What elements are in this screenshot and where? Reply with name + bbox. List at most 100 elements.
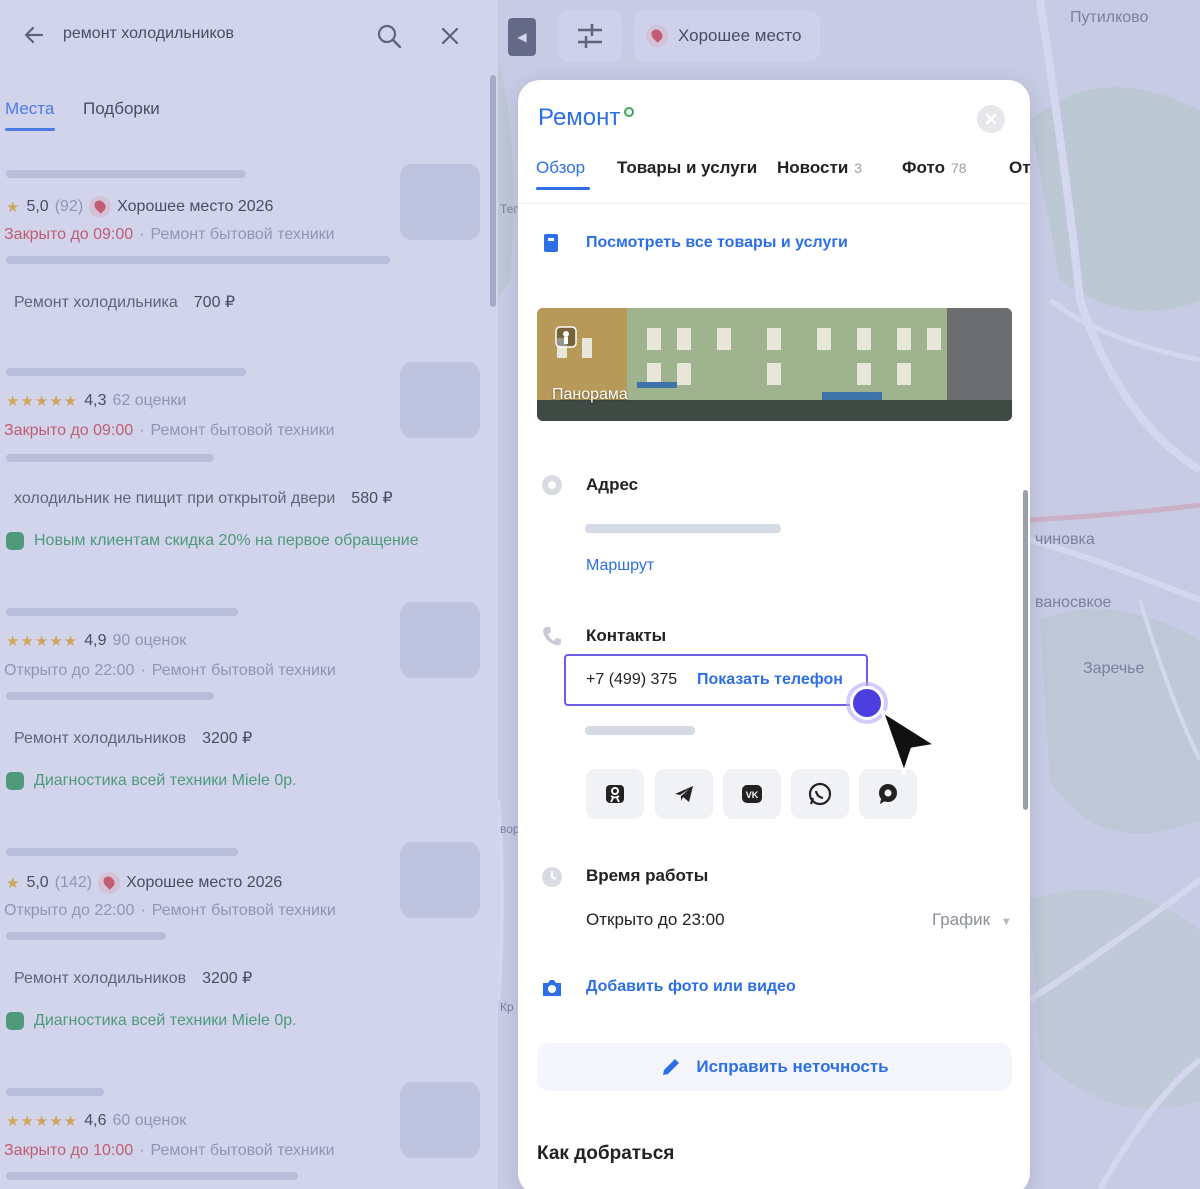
category-text: Ремонт бытовой техники [151,902,336,919]
odnoklassniki-button[interactable] [586,769,644,819]
map-label-zarechye: Заречье [1083,660,1145,677]
subtitle-placeholder [6,932,166,940]
result-thumbnail [400,842,480,918]
tab-overview[interactable]: Обзор [536,158,585,178]
service-row: холодильник не пищит при открытой двери 5… [14,488,393,508]
close-icon [985,113,997,125]
search-tabs: Места Подборки [0,95,480,135]
close-card-button[interactable] [977,105,1005,133]
promo-text: Новым клиентам скидка 20% на первое обра… [34,532,419,549]
map-label-vanosvkoe: ваносвкое [1035,594,1112,611]
search-query-text[interactable]: ремонт холодильников [63,25,234,43]
report-inaccuracy-button[interactable]: Исправить неточность [537,1043,1012,1091]
promo-icon [6,772,24,790]
news-count: 3 [854,160,863,176]
status-text: Открыто до 22:00 [4,662,135,679]
result-status-row: Закрыто до 09:00 · Ремонт бытовой техник… [4,226,335,243]
telegram-button[interactable] [655,769,713,819]
star-icon: ★ [6,199,21,216]
rating-value: 4,9 [84,632,107,649]
phone-field[interactable]: +7 (499) 375 Показать телефон [564,654,868,706]
organization-card: Ремонт Обзор Товары и услуги Новости 3 Фо… [518,80,1030,1189]
goods-book-icon [544,234,558,252]
rating-value: 4,3 [84,392,107,409]
tab-reviews[interactable]: От [1009,158,1030,178]
show-phone-button[interactable]: Показать телефон [697,671,843,689]
collapse-panel-button[interactable]: ◀ [508,18,536,56]
map-label-chinovka: чиновка [1035,531,1095,548]
subtitle-placeholder [6,454,214,462]
location-pin-icon [542,475,562,495]
good-place-badge-icon [98,872,121,894]
result-status-row: Открыто до 22:00 · Ремонт бытовой техник… [4,662,336,679]
org-title: Ремонт [538,104,635,132]
add-photo-link[interactable]: Добавить фото или видео [586,978,796,996]
title-placeholder [6,368,246,376]
result-card[interactable]: ★★★★★ 4,6 60 оценок Закрыто до 10:00 · Р… [0,1076,490,1189]
rating-count: 90 оценок [112,632,187,649]
tab-news[interactable]: Новости 3 [777,158,862,178]
good-place-filter-chip[interactable]: Хорошее место [634,10,820,62]
hours-label: Время работы [586,866,709,885]
title-placeholder [6,170,246,178]
good-place-filter-label: Хорошее место [678,26,802,45]
map-filters-button[interactable] [558,10,622,62]
tab-collections[interactable]: Подборки [83,99,160,119]
rating-count: 60 оценок [112,1112,187,1129]
result-rating-row: ★★★★★ 4,9 90 оценок [6,632,186,650]
vk-button[interactable]: VK [723,769,781,819]
all-goods-link[interactable]: Посмотреть все товары и услуги [586,234,848,252]
results-scrollbar[interactable] [490,75,496,307]
service-price: 700 ₽ [193,294,236,311]
rating-count: 62 оценки [112,392,187,409]
clear-search-icon[interactable] [440,26,460,46]
address-placeholder [585,524,781,533]
category-text: Ремонт бытовой техники [150,422,335,439]
photos-count: 78 [950,160,967,176]
tab-places[interactable]: Места [5,99,54,119]
active-tab-underline [5,128,55,131]
result-card[interactable]: ★ 5,0 (92) Хорошее место 2026 Закрыто до… [0,160,490,350]
category-text: Ремонт бытовой техники [150,226,335,243]
subtitle-placeholder [6,1172,298,1180]
subtitle-placeholder [6,256,390,264]
promo-text: Диагностика всей техники Miele 0р. [34,772,297,789]
address-label: Адрес [586,475,639,494]
result-thumbnail [400,362,480,438]
promo-icon [6,532,24,550]
service-row: Ремонт холодильников 3200 ₽ [14,968,252,988]
back-arrow-icon[interactable] [22,23,46,47]
tab-goods-services[interactable]: Товары и услуги [617,158,757,178]
vk-icon: VK [742,785,762,803]
stars-icon: ★★★★★ [6,393,79,410]
schedule-dropdown[interactable]: График ▼ [932,910,1012,930]
card-scrollbar[interactable] [1023,490,1028,810]
result-rating-row: ★★★★★ 4,3 62 оценки [6,392,186,410]
stars-icon: ★★★★★ [6,1113,79,1130]
result-card[interactable]: ★★★★★ 4,3 62 оценки Закрыто до 09:00 · Р… [0,356,490,586]
promo-row: Диагностика всей техники Miele 0р. [6,1012,297,1030]
search-header: ремонт холодильников [0,0,498,70]
odnoklassniki-icon [606,785,624,803]
panorama-image [537,308,1012,421]
service-name: Ремонт холодильников [14,970,187,987]
whatsapp-button[interactable] [791,769,849,819]
result-card[interactable]: ★ 5,0 (142) Хорошее место 2026 Открыто д… [0,836,490,1066]
good-place-pin-icon [646,25,668,47]
tab-photos[interactable]: Фото 78 [902,158,967,178]
title-placeholder [6,1088,104,1096]
contact-placeholder [585,726,695,735]
how-to-get-heading: Как добраться [537,1143,675,1164]
card-tabs: Обзор Товары и услуги Новости 3 Фото 78 От [518,155,1030,195]
panorama-preview[interactable]: Панорама [537,308,1012,421]
org-title-text: Ремонт [538,104,621,131]
map-label-vor: вор [500,822,520,836]
rating-count: (142) [54,874,93,891]
route-link[interactable]: Маршрут [586,557,654,575]
filters-icon [578,24,602,48]
phone-number-partial: +7 (499) 375 [586,671,678,688]
rating-value: 5,0 [26,874,49,891]
search-icon[interactable] [376,23,402,49]
result-card[interactable]: ★★★★★ 4,9 90 оценок Открыто до 22:00 · Р… [0,596,490,826]
status-text: Закрыто до 10:00 [4,1142,134,1159]
